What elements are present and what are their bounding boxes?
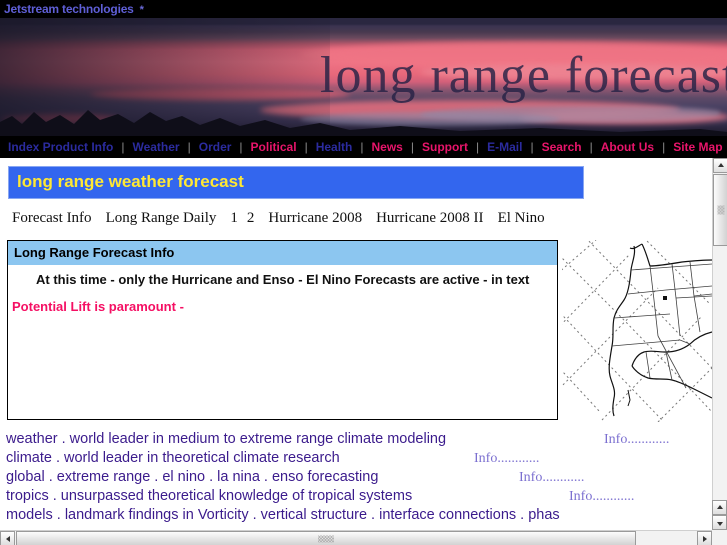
vertical-scrollbar[interactable]	[712, 158, 727, 530]
tagline-text: models . landmark findings in Vorticity …	[6, 507, 560, 523]
banner-shadow-overlay	[0, 18, 330, 136]
banner-mountain-ridge	[300, 112, 560, 126]
tagline-text: weather . world leader in medium to extr…	[6, 431, 447, 447]
tagline-row: tropics . unsurpassed theoretical knowle…	[6, 487, 712, 506]
forecast-link-forecast-info[interactable]: Forecast Info	[12, 210, 92, 226]
info-box-highlight: Potential Lift is paramount -	[12, 299, 184, 314]
north-america-map-svg	[562, 240, 712, 422]
nav-item-health[interactable]: Health	[308, 140, 361, 154]
tagline-row: climate . world leader in theoretical cl…	[6, 449, 712, 468]
info-box-body: At this time - only the Hurricane and En…	[8, 265, 557, 289]
forecast-link-hurricane-2008[interactable]: Hurricane 2008	[268, 210, 362, 226]
nav-item-about-us[interactable]: About Us	[593, 140, 662, 154]
tagline-text: global . extreme range . el nino . la ni…	[6, 469, 379, 485]
nav-item-support[interactable]: Support	[414, 140, 476, 154]
nav-item-order[interactable]: Order	[191, 140, 240, 154]
scroll-up-arrow-icon[interactable]	[712, 500, 727, 515]
tagline-row: weather . world leader in medium to extr…	[6, 430, 712, 449]
nav-item-e-mail[interactable]: E-Mail	[479, 140, 530, 154]
forecast-link-el-nino[interactable]: El Nino	[498, 210, 545, 226]
horizontal-scrollbar[interactable]	[0, 530, 727, 545]
nav-item-political[interactable]: Political	[243, 140, 305, 154]
forecast-info-row: Long Range Forecast Info At this time - …	[0, 240, 712, 430]
tagline-info-link[interactable]: Info............	[516, 468, 588, 487]
forecast-link-row: Forecast Info Long Range Daily 1 2 Hurricane…	[0, 199, 572, 228]
scrollbar-grip-icon	[318, 535, 334, 542]
tagline-info-link[interactable]: Info............	[601, 430, 673, 449]
banner-overlay-text: long range forecasts	[320, 47, 727, 104]
scroll-down-arrow-icon[interactable]	[712, 515, 727, 530]
tagline-text: climate . world leader in theoretical cl…	[6, 450, 340, 466]
info-box-body-text: At this time - only the Hurricane and En…	[36, 272, 530, 287]
vertical-scrollbar-arrows[interactable]	[712, 500, 727, 530]
window-title-bar: Jetstream technologies *	[0, 0, 727, 18]
tagline-info-link[interactable]: Info............	[566, 487, 638, 506]
site-banner-image: long range forecasts	[0, 18, 727, 136]
long-range-forecast-info-box: Long Range Forecast Info At this time - …	[7, 240, 558, 420]
nav-item-weather[interactable]: Weather	[124, 140, 187, 154]
forecast-link-2[interactable]: 2	[247, 210, 255, 226]
page-title: long range weather forecast	[8, 166, 584, 199]
nav-item-site-map[interactable]: Site Map	[665, 140, 727, 154]
scroll-left-arrow-icon[interactable]	[0, 531, 15, 545]
tagline-block: weather . world leader in medium to extr…	[0, 430, 712, 525]
window-title-marker: *	[139, 4, 144, 16]
tagline-text: tropics . unsurpassed theoretical knowle…	[6, 488, 413, 504]
scrollbar-corner	[712, 530, 727, 545]
info-box-title: Long Range Forecast Info	[8, 241, 557, 265]
window-title: Jetstream technologies	[4, 2, 134, 16]
forecast-map-thumbnail[interactable]	[562, 240, 712, 422]
page-content: long range weather forecast Forecast Inf…	[0, 158, 712, 530]
tagline-info-link[interactable]: Info............	[471, 449, 543, 468]
scroll-right-arrow-icon[interactable]	[697, 531, 712, 545]
tagline-row: models . landmark findings in Vorticity …	[6, 506, 712, 525]
browser-window: Jetstream technologies * long range forec…	[0, 0, 727, 545]
tagline-row: global . extreme range . el nino . la ni…	[6, 468, 712, 487]
forecast-link-long-range-daily[interactable]: Long Range Daily	[106, 210, 217, 226]
scrollbar-grip-icon	[717, 205, 724, 215]
forecast-link-hurricane-2008-ii[interactable]: Hurricane 2008 II	[376, 210, 483, 226]
horizontal-scrollbar-thumb[interactable]	[16, 531, 636, 545]
nav-item-index-product-info[interactable]: Index Product Info	[0, 140, 121, 154]
nav-item-search[interactable]: Search	[534, 140, 590, 154]
main-navigation-bar: Index Product Info | Weather | Order | Politic…	[0, 136, 727, 158]
forecast-link-1[interactable]: 1	[230, 210, 238, 226]
nav-item-news[interactable]: News	[364, 140, 411, 154]
scroll-up-arrow-icon[interactable]	[713, 158, 727, 173]
vertical-scrollbar-thumb[interactable]	[713, 174, 727, 246]
